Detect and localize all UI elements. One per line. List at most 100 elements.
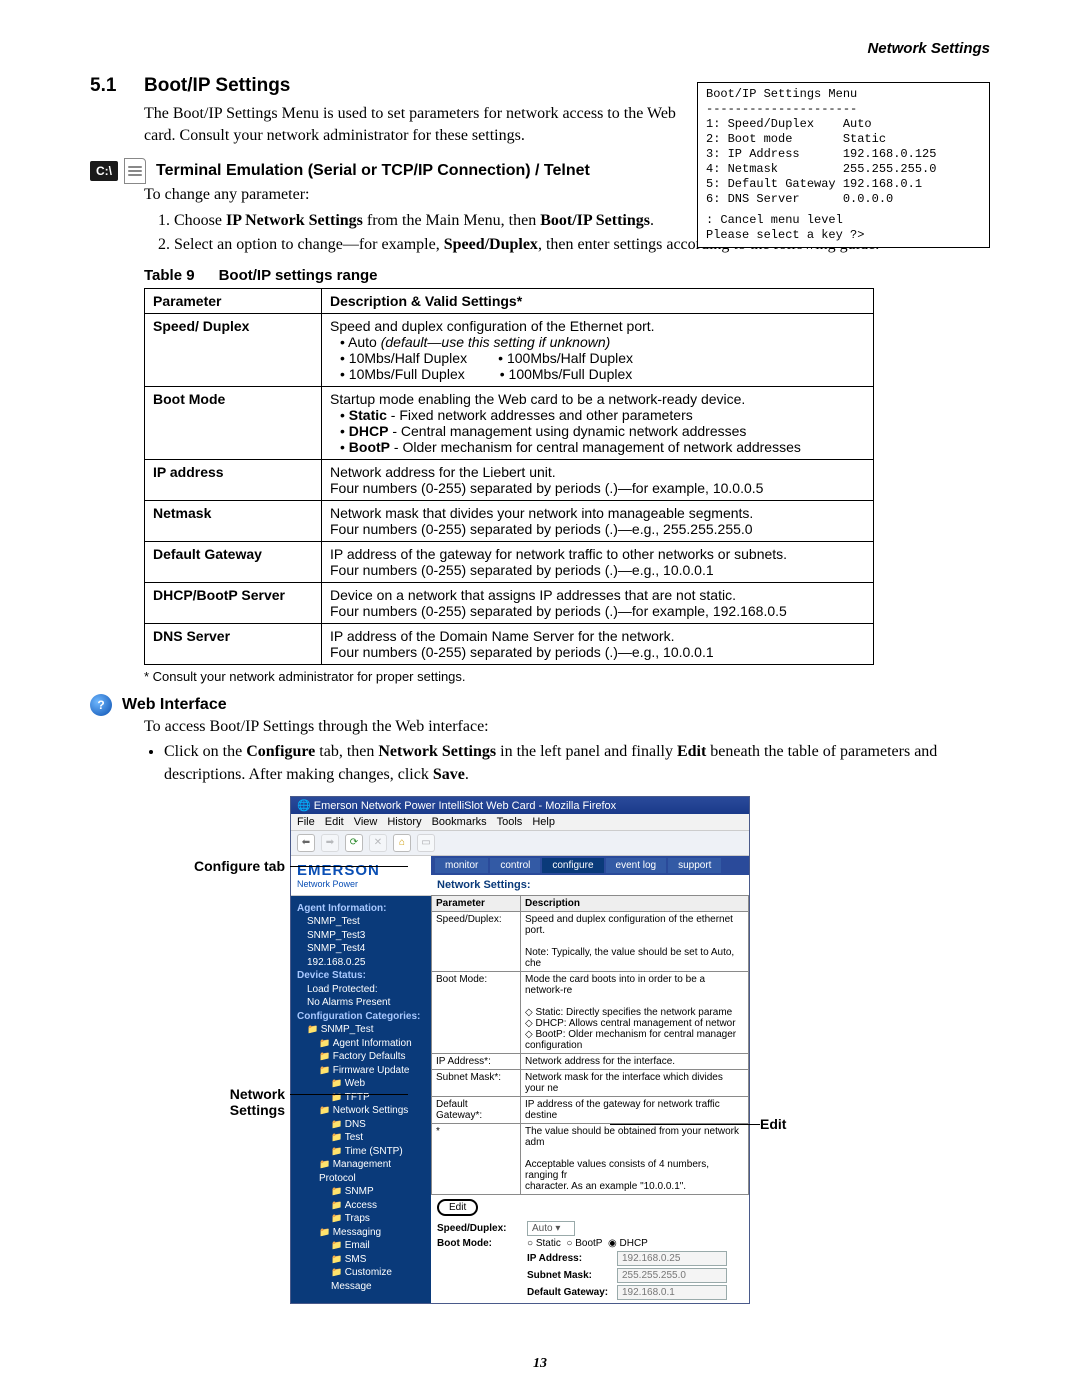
menu-item[interactable]: File (297, 816, 315, 828)
tabs-row[interactable]: monitorcontrolconfigureevent logsupport (431, 856, 749, 875)
boot-mode-option[interactable]: ○ BootP (566, 1238, 608, 1249)
tab-control[interactable]: control (490, 858, 540, 873)
main-pane: monitorcontrolconfigureevent logsupport … (431, 856, 749, 1304)
sidebar-tree-item[interactable]: Agent Information (297, 1037, 425, 1051)
settings-table: Parameter Description & Valid Settings* … (144, 288, 874, 665)
browser-menubar[interactable]: File Edit View History Bookmarks Tools Help (291, 814, 749, 831)
table-row: IP Address*:Network address for the inte… (432, 1053, 749, 1069)
speed-duplex-label: Speed/Duplex: (437, 1223, 527, 1234)
section-number: 5.1 (90, 75, 144, 97)
back-button[interactable]: ⬅ (297, 834, 315, 852)
browser-titlebar: 🌐 Emerson Network Power IntelliSlot Web … (291, 797, 749, 814)
sidebar-tree-item[interactable]: Messaging (297, 1226, 425, 1240)
device-status-heading: Device Status: (297, 970, 366, 981)
table-row: *The value should be obtained from your … (432, 1123, 749, 1194)
reload-button[interactable]: ⟳ (345, 834, 363, 852)
table-row: Speed/ DuplexSpeed and duplex configurat… (145, 313, 874, 386)
stop-button[interactable]: ✕ (369, 834, 387, 852)
forward-button[interactable]: ➡ (321, 834, 339, 852)
section-title: Boot/IP Settings (144, 75, 290, 97)
running-header: Network Settings (90, 40, 990, 57)
sidebar-tree-item[interactable]: Web (297, 1077, 425, 1091)
table-row: Boot ModeStartup mode enabling the Web c… (145, 386, 874, 459)
ip-address-input[interactable]: 192.168.0.25 (617, 1251, 727, 1266)
browser-toolbar[interactable]: ⬅ ➡ ⟳ ✕ ⌂ ▭ (291, 831, 749, 856)
terminal-esc: : Cancel menu level (706, 213, 981, 228)
agent-info-heading: Agent Information: (297, 903, 386, 914)
device-status-item: Load Protected: (297, 983, 425, 997)
sidebar-tree-item[interactable]: Management Protocol (297, 1158, 425, 1185)
table-row: DNS ServerIP address of the Domain Name … (145, 623, 874, 664)
sidebar-tree-item[interactable]: SNMP (297, 1185, 425, 1199)
sidebar-tree-item[interactable]: Factory Defaults (297, 1050, 425, 1064)
boot-mode-option[interactable]: ○ Static (527, 1238, 566, 1249)
device-status-item: No Alarms Present (297, 996, 425, 1010)
menu-item[interactable]: Bookmarks (432, 816, 487, 828)
web-bullet: Click on the Configure tab, then Network… (164, 741, 990, 786)
brand-logo: EMERSON (297, 862, 425, 879)
table-row: NetmaskNetwork mask that divides your ne… (145, 500, 874, 541)
table-row: IP addressNetwork address for the Lieber… (145, 459, 874, 500)
tab-monitor[interactable]: monitor (435, 858, 488, 873)
terminal-menu-box: Boot/IP Settings Menu ------------------… (697, 82, 990, 248)
table-row: DHCP/BootP ServerDevice on a network tha… (145, 582, 874, 623)
sidebar-tree-item[interactable]: Customize Message (297, 1266, 425, 1293)
sidebar-tree-item[interactable]: Network Settings (297, 1104, 425, 1118)
menu-item[interactable]: View (354, 816, 378, 828)
table-row: Boot Mode:Mode the card boots into in or… (432, 971, 749, 1053)
terminal-sep: --------------------- (706, 102, 981, 117)
terminal-row: 6: DNS Server 0.0.0.0 (706, 192, 981, 207)
menu-item[interactable]: Tools (497, 816, 523, 828)
tab-configure[interactable]: configure (542, 858, 603, 873)
sidebar-tree-item[interactable]: Firmware Update (297, 1064, 425, 1078)
sidebar-tree-item[interactable]: SMS (297, 1253, 425, 1267)
config-cat-heading: Configuration Categories: (297, 1011, 420, 1022)
table-row: Default GatewayIP address of the gateway… (145, 541, 874, 582)
agent-info-item: SNMP_Test4 (297, 942, 425, 956)
edit-button[interactable]: Edit (437, 1199, 478, 1216)
menu-item[interactable]: Edit (325, 816, 344, 828)
sidebar-tree-item[interactable]: Email (297, 1239, 425, 1253)
callout-configure: Configure tab (175, 858, 285, 874)
command-prompt-icon: C:\ (90, 161, 118, 181)
brand-area: EMERSON Network Power (291, 856, 431, 896)
sidebar-tree-item[interactable]: Test (297, 1131, 425, 1145)
menu-item[interactable]: History (387, 816, 421, 828)
table-footnote: * Consult your network administrator for… (144, 669, 990, 684)
agent-info-item: SNMP_Test3 (297, 929, 425, 943)
sidebar-tree-item[interactable]: Time (SNTP) (297, 1145, 425, 1159)
terminal-title: Boot/IP Settings Menu (706, 87, 981, 102)
default-gateway-input[interactable]: 192.168.0.1 (617, 1285, 727, 1300)
table-caption: Table 9Boot/IP settings range (144, 267, 990, 284)
callout-edit: Edit (760, 1116, 786, 1132)
ip-address-label: IP Address: (527, 1253, 617, 1264)
sidebar-tree-item[interactable]: Access (297, 1199, 425, 1213)
menu-item[interactable]: Help (532, 816, 555, 828)
home-button[interactable]: ⌂ (393, 834, 411, 852)
boot-mode-label: Boot Mode: (437, 1238, 527, 1249)
boot-mode-radios[interactable]: ○ Static ○ BootP ◉ DHCP (527, 1238, 653, 1249)
table-row: Subnet Mask*:Network mask for the interf… (432, 1069, 749, 1096)
subnet-mask-input[interactable]: 255.255.255.0 (617, 1268, 727, 1283)
terminal-row: 1: Speed/Duplex Auto (706, 117, 981, 132)
sidebar-tree-item[interactable]: DNS (297, 1118, 425, 1132)
browser-window: 🌐 Emerson Network Power IntelliSlot Web … (290, 796, 750, 1305)
boot-mode-option[interactable]: ◉ DHCP (608, 1238, 653, 1249)
page-button[interactable]: ▭ (417, 834, 435, 852)
screenshot-figure: Configure tab Network Settings Edit 🌐 Em… (290, 796, 910, 1305)
sidebar-tree-item[interactable]: SNMP_Test (297, 1023, 425, 1037)
terminal-row: 2: Boot mode Static (706, 132, 981, 147)
table-row: Default Gateway*:IP address of the gatew… (432, 1096, 749, 1123)
sidebar-tree-item[interactable]: Traps (297, 1212, 425, 1226)
default-gateway-label: Default Gateway: (527, 1287, 617, 1298)
terminal-row: 3: IP Address 192.168.0.125 (706, 147, 981, 162)
terminal-row: 4: Netmask 255.255.255.0 (706, 162, 981, 177)
callout-network: Network Settings (200, 1086, 285, 1118)
subheading-web: Web Interface (122, 696, 990, 714)
speed-duplex-select[interactable]: Auto ▾ (527, 1221, 575, 1236)
tab-support[interactable]: support (668, 858, 721, 873)
sub2-lead: To access Boot/IP Settings through the W… (144, 716, 990, 738)
tab-event-log[interactable]: event log (606, 858, 667, 873)
terminal-prompt: Please select a key ?> (706, 228, 981, 243)
web-bullets: Click on the Configure tab, then Network… (144, 741, 990, 786)
